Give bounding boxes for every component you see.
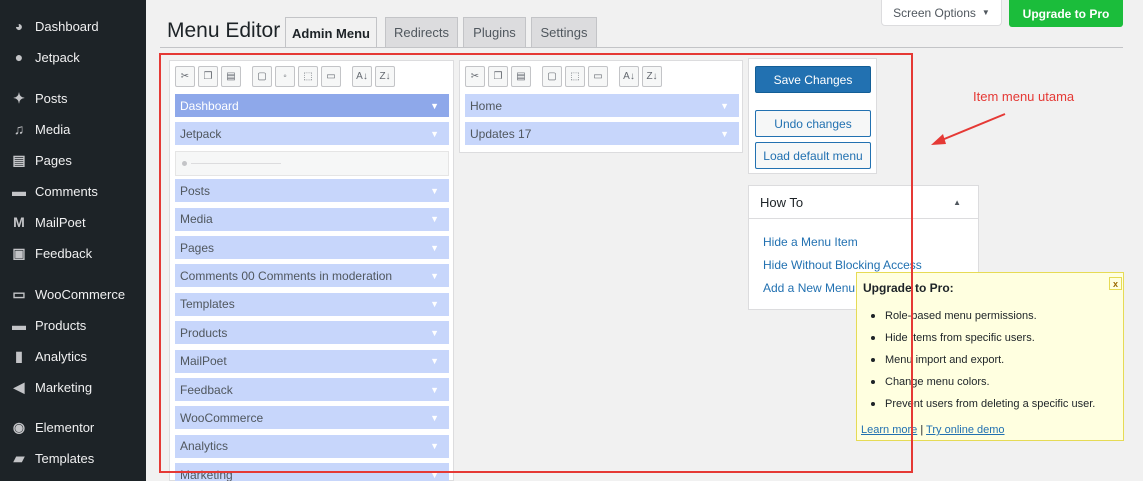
- tab-admin-menu[interactable]: Admin Menu: [285, 17, 377, 48]
- annotation-highlight-box: [159, 53, 913, 473]
- sidebar-item-mailpoet[interactable]: M MailPoet: [0, 210, 146, 234]
- pages-icon: ▤: [12, 151, 26, 168]
- sidebar-item-label: Elementor: [35, 419, 95, 435]
- sidebar-item-label: Feedback: [35, 245, 93, 261]
- sidebar-item-jetpack[interactable]: ● Jetpack: [0, 45, 146, 69]
- close-icon[interactable]: x: [1109, 277, 1122, 290]
- chevron-down-icon: ▼: [981, 8, 990, 17]
- sidebar-item-label: Pages: [35, 152, 72, 168]
- jetpack-icon: ●: [14, 49, 24, 65]
- sidebar-item-dashboard[interactable]: ◕ Dashboard: [0, 14, 146, 38]
- sidebar-item-posts[interactable]: ✦ Posts: [0, 86, 146, 110]
- upgrade-to-pro-button[interactable]: Upgrade to Pro: [1009, 0, 1123, 27]
- tab-settings[interactable]: Settings: [531, 17, 597, 47]
- admin-sidebar: ◕ Dashboard ● Jetpack ✦ Posts ♫ Media ▤ Pages ▬ Com…: [0, 0, 146, 481]
- feature-text: Prevent users from deleting a specific u…: [885, 398, 1096, 410]
- sidebar-item-label: Marketing: [35, 379, 93, 395]
- sidebar-item-analytics[interactable]: ▮ Analytics: [0, 344, 146, 368]
- screen-options-label: Screen Options: [893, 5, 976, 20]
- comments-icon: ▬: [12, 183, 26, 199]
- sidebar-item-label: Jetpack: [35, 49, 80, 65]
- sidebar-item-pages[interactable]: ▤ Pages: [0, 148, 146, 172]
- sidebar-item-media[interactable]: ♫ Media: [0, 117, 146, 141]
- page-title: Menu Editor: [167, 19, 281, 42]
- sidebar-item-comments[interactable]: ▬ Comments: [0, 179, 146, 203]
- tab-redirects[interactable]: Redirects: [385, 17, 458, 47]
- sidebar-item-label: Posts: [35, 90, 68, 106]
- tab-plugins[interactable]: Plugins: [463, 17, 526, 47]
- sidebar-item-feedback[interactable]: ▣ Feedback: [0, 241, 146, 265]
- try-online-demo-link[interactable]: Try online demo: [926, 424, 1004, 436]
- annotation-arrow-icon: [931, 113, 1006, 145]
- sidebar-item-label: Templates: [35, 450, 95, 466]
- sidebar-item-label: Media: [35, 121, 71, 137]
- products-icon: ▬: [12, 317, 26, 333]
- screen-options-button[interactable]: Screen Options ▼: [881, 0, 1002, 26]
- sidebar-item-label: Products: [35, 317, 87, 333]
- sidebar-item-elementor[interactable]: ◉ Elementor: [0, 415, 146, 439]
- tabs-underline: [160, 47, 1123, 48]
- pin-icon: ✦: [13, 89, 25, 106]
- sidebar-item-label: WooCommerce: [35, 286, 126, 302]
- sidebar-item-marketing[interactable]: ◀ Marketing: [0, 375, 146, 399]
- sidebar-item-label: Analytics: [35, 348, 88, 364]
- sidebar-item-templates[interactable]: ▰ Templates: [0, 446, 146, 470]
- feedback-icon: ▣: [12, 244, 26, 261]
- sidebar-item-woocommerce[interactable]: ▭ WooCommerce: [0, 282, 146, 306]
- media-icon: ♫: [13, 121, 25, 137]
- sidebar-item-label: Comments: [35, 183, 98, 199]
- sidebar-item-products[interactable]: ▬ Products: [0, 313, 146, 337]
- dashboard-icon: ◕: [14, 18, 24, 34]
- collapse-icon[interactable]: ▲: [953, 198, 961, 207]
- sidebar-item-label: MailPoet: [35, 214, 86, 230]
- elementor-icon: ◉: [12, 418, 26, 435]
- woocommerce-icon: ▭: [12, 285, 26, 302]
- link-divider: |: [917, 424, 927, 436]
- folder-icon: ▰: [13, 449, 25, 466]
- mailpoet-icon: M: [13, 214, 25, 230]
- analytics-icon: ▮: [15, 347, 23, 364]
- marketing-icon: ◀: [13, 378, 25, 395]
- sidebar-item-label: Dashboard: [35, 18, 99, 34]
- annotation-label: Item menu utama: [973, 89, 1075, 104]
